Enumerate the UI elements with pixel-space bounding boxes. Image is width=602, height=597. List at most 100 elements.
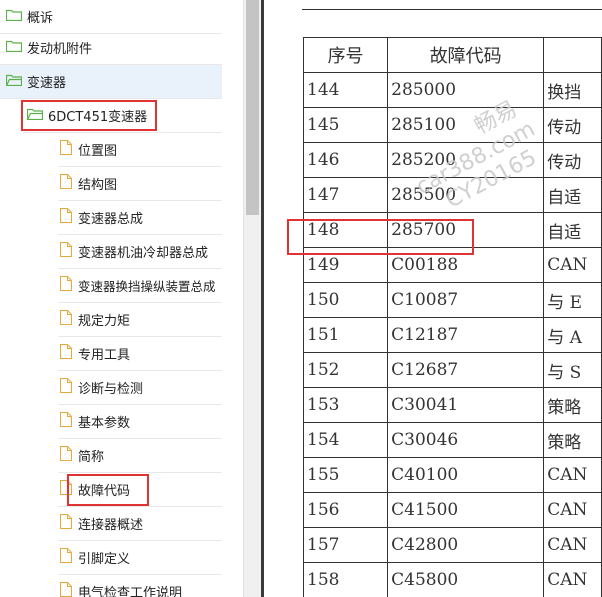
tree-item-connector-overview[interactable]: 连接器概述: [58, 507, 222, 541]
tree-item-special-tools[interactable]: 专用工具: [58, 337, 222, 371]
document-icon: [60, 412, 72, 431]
cell-index: 147: [302, 177, 389, 213]
table-row: 144 285000 换挡: [302, 72, 602, 108]
cell-code: C00188: [387, 247, 545, 283]
cell-description: 自适: [543, 212, 602, 248]
document-icon: [60, 378, 72, 397]
tree-item-label: 6DCT451变速器: [48, 110, 148, 125]
tree-item-label: 专用工具: [78, 348, 131, 363]
cell-description: CAN: [543, 492, 602, 528]
navigation-tree: 概诉 发动机附件 变速器 6DCT451变速器 位置图 结构图 变速器总成 变速…: [0, 0, 243, 597]
table-row: 153 C30041 策略: [302, 387, 602, 423]
tree-item-diagnosis[interactable]: 诊断与检测: [58, 371, 222, 405]
table-row: 158 C45800 CAN: [302, 562, 602, 597]
cell-description: 与 S: [543, 352, 602, 388]
folder-icon: [5, 8, 23, 25]
column-header-description: [543, 37, 602, 73]
cell-index: 151: [302, 317, 389, 353]
tree-item-abbreviations[interactable]: 简称: [58, 439, 222, 473]
cell-code: 285500: [387, 177, 545, 213]
document-icon: [60, 548, 72, 567]
cell-description: CAN: [543, 562, 602, 597]
tree-item-basic-parameters[interactable]: 基本参数: [58, 405, 222, 439]
tree-item-label: 引脚定义: [78, 552, 131, 567]
tree-item-label: 变速器总成: [78, 212, 144, 227]
tree-item-label: 连接器概述: [78, 518, 144, 533]
cell-description: CAN: [543, 247, 602, 283]
cell-code: C12187: [387, 317, 545, 353]
cell-index: 153: [302, 387, 389, 423]
table-row: 149 C00188 CAN: [302, 247, 602, 283]
cell-description: CAN: [543, 527, 602, 563]
document-icon: [60, 344, 72, 363]
cell-description: 与 A: [543, 317, 602, 353]
table-row: 156 C41500 CAN: [302, 492, 602, 528]
document-icon: [60, 446, 72, 465]
document-icon: [60, 140, 72, 159]
tree-item-structure-diagram[interactable]: 结构图: [58, 167, 222, 201]
cell-code: C42800: [387, 527, 545, 563]
cell-index: 145: [302, 107, 389, 143]
cell-index: 154: [302, 422, 389, 458]
tree-item-transmission[interactable]: 变速器: [0, 65, 222, 99]
tree-item-pin-definition[interactable]: 引脚定义: [58, 541, 222, 575]
cell-description: 传动: [543, 107, 602, 143]
tree-item-label: 简称: [78, 450, 105, 465]
document-icon: [60, 514, 72, 533]
tree-item-oil-cooler-assembly[interactable]: 变速器机油冷却器总成: [58, 235, 222, 269]
tree-item-overview[interactable]: 概诉: [0, 0, 222, 34]
cell-index: 150: [302, 282, 389, 318]
fault-code-table: 序号 故障代码 144 285000 换挡 145 285100 传动 146 28520…: [302, 37, 602, 597]
table-row: 145 285100 传动: [302, 107, 602, 143]
tree-item-label: 变速器机油冷却器总成: [78, 246, 209, 261]
tree-scrollbar-thumb[interactable]: [246, 0, 259, 215]
folder-open-icon: [5, 73, 23, 90]
tree-item-label: 电气检查工作说明: [78, 586, 183, 597]
cell-code: 285700: [387, 212, 545, 248]
folder-open-icon: [26, 107, 44, 124]
tree-item-fault-codes[interactable]: 故障代码: [58, 473, 222, 507]
document-icon: [60, 582, 72, 597]
cell-code: C30046: [387, 422, 545, 458]
cell-description: 策略: [543, 387, 602, 423]
tree-item-label: 变速器: [27, 76, 67, 91]
column-header-code: 故障代码: [387, 37, 545, 73]
tree-item-label: 概诉: [27, 11, 54, 26]
cell-index: 158: [302, 562, 389, 597]
cell-index: 144: [302, 72, 389, 108]
cell-index: 152: [302, 352, 389, 388]
cell-description: 策略: [543, 422, 602, 458]
cell-code: C10087: [387, 282, 545, 318]
tree-item-label: 诊断与检测: [78, 382, 144, 397]
cell-index: 148: [302, 212, 389, 248]
table-row: 148 285700 自适: [302, 212, 602, 248]
cell-code: C40100: [387, 457, 545, 493]
tree-item-torque-specs[interactable]: 规定力矩: [58, 303, 222, 337]
tree-item-shift-control-assembly[interactable]: 变速器换挡操纵装置总成: [58, 269, 222, 303]
cell-index: 157: [302, 527, 389, 563]
tree-item-label: 规定力矩: [78, 314, 131, 329]
cell-description: 自适: [543, 177, 602, 213]
document-icon: [60, 174, 72, 193]
tree-item-transmission-assembly[interactable]: 变速器总成: [58, 201, 222, 235]
cell-index: 156: [302, 492, 389, 528]
table-row: 150 C10087 与 E: [302, 282, 602, 318]
table-row: 151 C12187 与 A: [302, 317, 602, 353]
tree-item-6dct451[interactable]: 6DCT451变速器: [23, 99, 222, 133]
tree-item-location-diagram[interactable]: 位置图: [58, 133, 222, 167]
document-icon: [60, 242, 72, 261]
tree-item-electrical-check[interactable]: 电气检查工作说明: [58, 575, 222, 597]
document-icon: [60, 310, 72, 329]
table-row: 152 C12687 与 S: [302, 352, 602, 388]
table-row: 155 C40100 CAN: [302, 457, 602, 493]
column-header-index: 序号: [302, 37, 389, 73]
cell-description: CAN: [543, 457, 602, 493]
cell-code: 285000: [387, 72, 545, 108]
document-icon: [60, 208, 72, 227]
table-row: 146 285200 传动: [302, 142, 602, 178]
cell-index: 146: [302, 142, 389, 178]
cell-index: 155: [302, 457, 389, 493]
tree-item-label: 发动机附件: [27, 42, 93, 57]
tree-item-engine-accessories[interactable]: 发动机附件: [0, 31, 222, 65]
cell-description: 换挡: [543, 72, 602, 108]
